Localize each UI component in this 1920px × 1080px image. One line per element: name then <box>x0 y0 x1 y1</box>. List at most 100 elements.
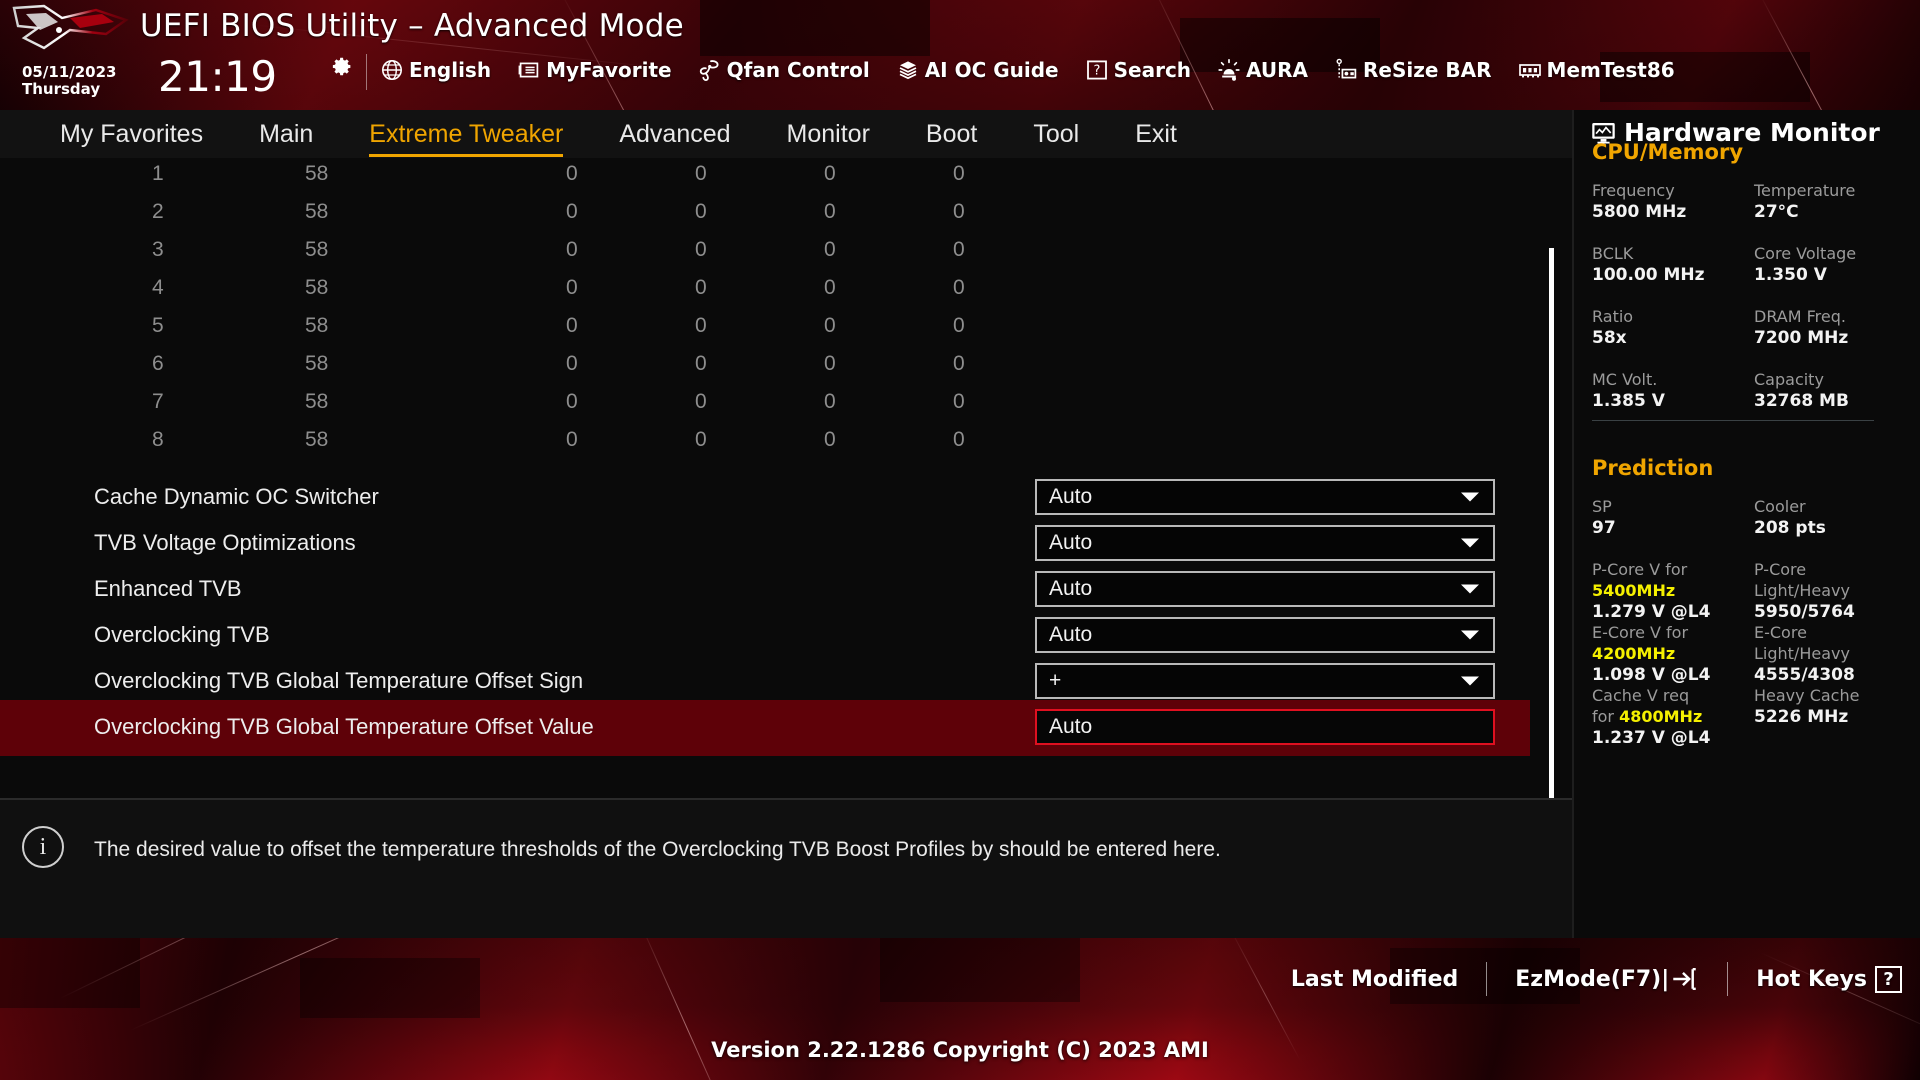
sidebar-metric-label: Frequency <box>1592 181 1675 200</box>
sidebar-metric-label: Capacity <box>1754 370 1824 389</box>
toolbar-label: AI OC Guide <box>924 58 1059 82</box>
tab-monitor[interactable]: Monitor <box>787 120 870 149</box>
sidebar-metric-highlight: 4800MHz <box>1619 707 1703 726</box>
globe-icon <box>382 60 402 80</box>
toolbar-label: MyFavorite <box>546 58 672 82</box>
sidebar-metric-value: 1.279 V @L4 <box>1592 602 1711 622</box>
setting-dropdown[interactable]: Auto <box>1035 571 1495 607</box>
setting-label: TVB Voltage Optimizations <box>94 530 356 555</box>
sidebar-metric: E-Core Light/Heavy 4555/4308 <box>1754 622 1910 686</box>
setting-dropdown[interactable]: Auto <box>1035 479 1495 515</box>
sidebar-metric-label: Cache V req <box>1592 686 1690 705</box>
sidebar-metric-value: 27°C <box>1754 202 1799 222</box>
ezmode-button[interactable]: EzMode(F7)| <box>1515 965 1699 993</box>
sidebar-metric-value: 5950/5764 <box>1754 602 1855 622</box>
toolbar-item-qfan-control[interactable]: Qfan Control <box>698 58 870 82</box>
header-toolbar: English MyFavorite Qfan Control AI OC Gu… <box>380 58 1701 82</box>
sidebar-divider <box>1592 420 1874 421</box>
toolbar-item-search[interactable]: ? Search <box>1085 58 1191 82</box>
sidebar-metric-value: 4555/4308 <box>1754 665 1855 685</box>
table-cell-ratio: 58 <box>305 390 329 413</box>
chevron-down-icon[interactable] <box>1461 676 1479 686</box>
toolbar-label: ReSize BAR <box>1363 58 1492 82</box>
tab-my-favorites[interactable]: My Favorites <box>60 120 203 149</box>
table-cell-index: 5 <box>152 314 164 337</box>
aura-lamp-icon <box>1218 58 1240 81</box>
chevron-down-icon[interactable] <box>1461 492 1479 502</box>
setting-dropdown[interactable]: + <box>1035 663 1495 699</box>
table-row[interactable]: 8 58 0 0 0 0 <box>0 428 1530 466</box>
table-cell-index: 2 <box>152 200 164 223</box>
table-cell-v3: 0 <box>695 276 707 299</box>
table-cell-v3: 0 <box>695 200 707 223</box>
sidebar-metric: Capacity 32768 MB <box>1754 369 1910 412</box>
sidebar-metric-label: Heavy Cache <box>1754 686 1860 705</box>
setting-text-input[interactable]: Auto <box>1035 709 1495 745</box>
chevron-down-icon[interactable] <box>1461 630 1479 640</box>
table-row[interactable]: 4 58 0 0 0 0 <box>0 276 1530 314</box>
setting-dropdown[interactable]: Auto <box>1035 525 1495 561</box>
sidebar-metric: BCLK 100.00 MHz <box>1592 243 1748 286</box>
sidebar-metric: Frequency 5800 MHz <box>1592 180 1748 223</box>
tab-main[interactable]: Main <box>259 120 313 149</box>
toolbar-item-myfavorite[interactable]: MyFavorite <box>517 58 672 82</box>
sidebar-metric-label: P-Core <box>1754 560 1807 579</box>
table-cell-v3: 0 <box>695 238 707 261</box>
sidebar-metric-label: SP <box>1592 497 1612 516</box>
table-row[interactable]: 6 58 0 0 0 0 <box>0 352 1530 390</box>
sidebar-metric: P-Core Light/Heavy 5950/5764 <box>1754 559 1910 623</box>
table-cell-v5: 0 <box>953 200 965 223</box>
gear-icon[interactable] <box>332 56 353 77</box>
table-cell-ratio: 58 <box>305 200 329 223</box>
sidebar-metric-value: 208 pts <box>1754 518 1826 538</box>
toolbar-label: AURA <box>1246 58 1309 82</box>
table-row[interactable]: 3 58 0 0 0 0 <box>0 238 1530 276</box>
table-row[interactable]: 2 58 0 0 0 0 <box>0 200 1530 238</box>
setting-label: Cache Dynamic OC Switcher <box>94 484 379 509</box>
toolbar-item-english[interactable]: English <box>380 58 491 82</box>
chevron-down-icon[interactable] <box>1461 584 1479 594</box>
setting-label: Overclocking TVB Global Temperature Offs… <box>94 714 594 739</box>
table-cell-v2: 0 <box>566 238 578 261</box>
table-cell-ratio: 58 <box>305 276 329 299</box>
sidebar-metric: Ratio 58x <box>1592 306 1748 349</box>
setting-dropdown[interactable]: Auto <box>1035 617 1495 653</box>
table-cell-ratio: 58 <box>305 162 329 185</box>
main-nav-tabs: My Favorites Main Extreme Tweaker Advanced M… <box>0 110 1572 158</box>
tab-advanced[interactable]: Advanced <box>619 120 730 149</box>
table-cell-index: 7 <box>152 390 164 413</box>
tab-tool[interactable]: Tool <box>1033 120 1079 149</box>
toolbar-item-ai-oc-guide[interactable]: AI OC Guide <box>896 58 1059 82</box>
table-row[interactable]: 7 58 0 0 0 0 <box>0 390 1530 428</box>
last-modified-button[interactable]: Last Modified <box>1291 967 1458 992</box>
info-icon: i <box>22 826 64 868</box>
svg-text:?: ? <box>1093 64 1100 79</box>
table-cell-ratio: 58 <box>305 314 329 337</box>
sidebar-metric-highlight: 5400MHz <box>1592 581 1676 600</box>
toolbar-item-memtest86[interactable]: MemTest86 <box>1518 58 1675 82</box>
hotkeys-label: Hot Keys <box>1756 966 1867 992</box>
footer-bar: Last Modified EzMode(F7)| Hot Keys ? Ver… <box>0 938 1920 1080</box>
enter-arrow-icon <box>1673 967 1696 991</box>
setting-row[interactable]: Overclocking TVB Global Temperature Offs… <box>0 700 1530 756</box>
toolbar-label: MemTest86 <box>1546 58 1675 82</box>
toolbar-item-aura[interactable]: AURA <box>1217 58 1308 82</box>
hotkeys-button[interactable]: Hot Keys ? <box>1756 965 1902 993</box>
sidebar-metric-label-2: Light/Heavy <box>1754 644 1850 663</box>
content-scrollbar[interactable] <box>1549 248 1554 800</box>
sidebar-metric-value: 1.350 V <box>1754 265 1827 285</box>
date-display: 05/11/2023 Thursday <box>22 64 116 98</box>
toolbar-item-resize-bar[interactable]: ReSize BAR <box>1334 58 1492 82</box>
table-cell-v4: 0 <box>824 390 836 413</box>
tab-boot[interactable]: Boot <box>926 120 977 149</box>
tab-extreme-tweaker[interactable]: Extreme Tweaker <box>369 120 564 157</box>
chevron-down-icon[interactable] <box>1461 538 1479 548</box>
header-divider <box>366 54 367 90</box>
sidebar-metric-prefix: for <box>1592 707 1620 726</box>
table-row[interactable]: 1 58 0 0 0 0 <box>0 162 1530 200</box>
table-cell-v2: 0 <box>566 200 578 223</box>
fan-icon <box>699 60 719 81</box>
table-row[interactable]: 5 58 0 0 0 0 <box>0 314 1530 352</box>
weekday-value: Thursday <box>22 80 101 98</box>
tab-exit[interactable]: Exit <box>1135 120 1177 149</box>
